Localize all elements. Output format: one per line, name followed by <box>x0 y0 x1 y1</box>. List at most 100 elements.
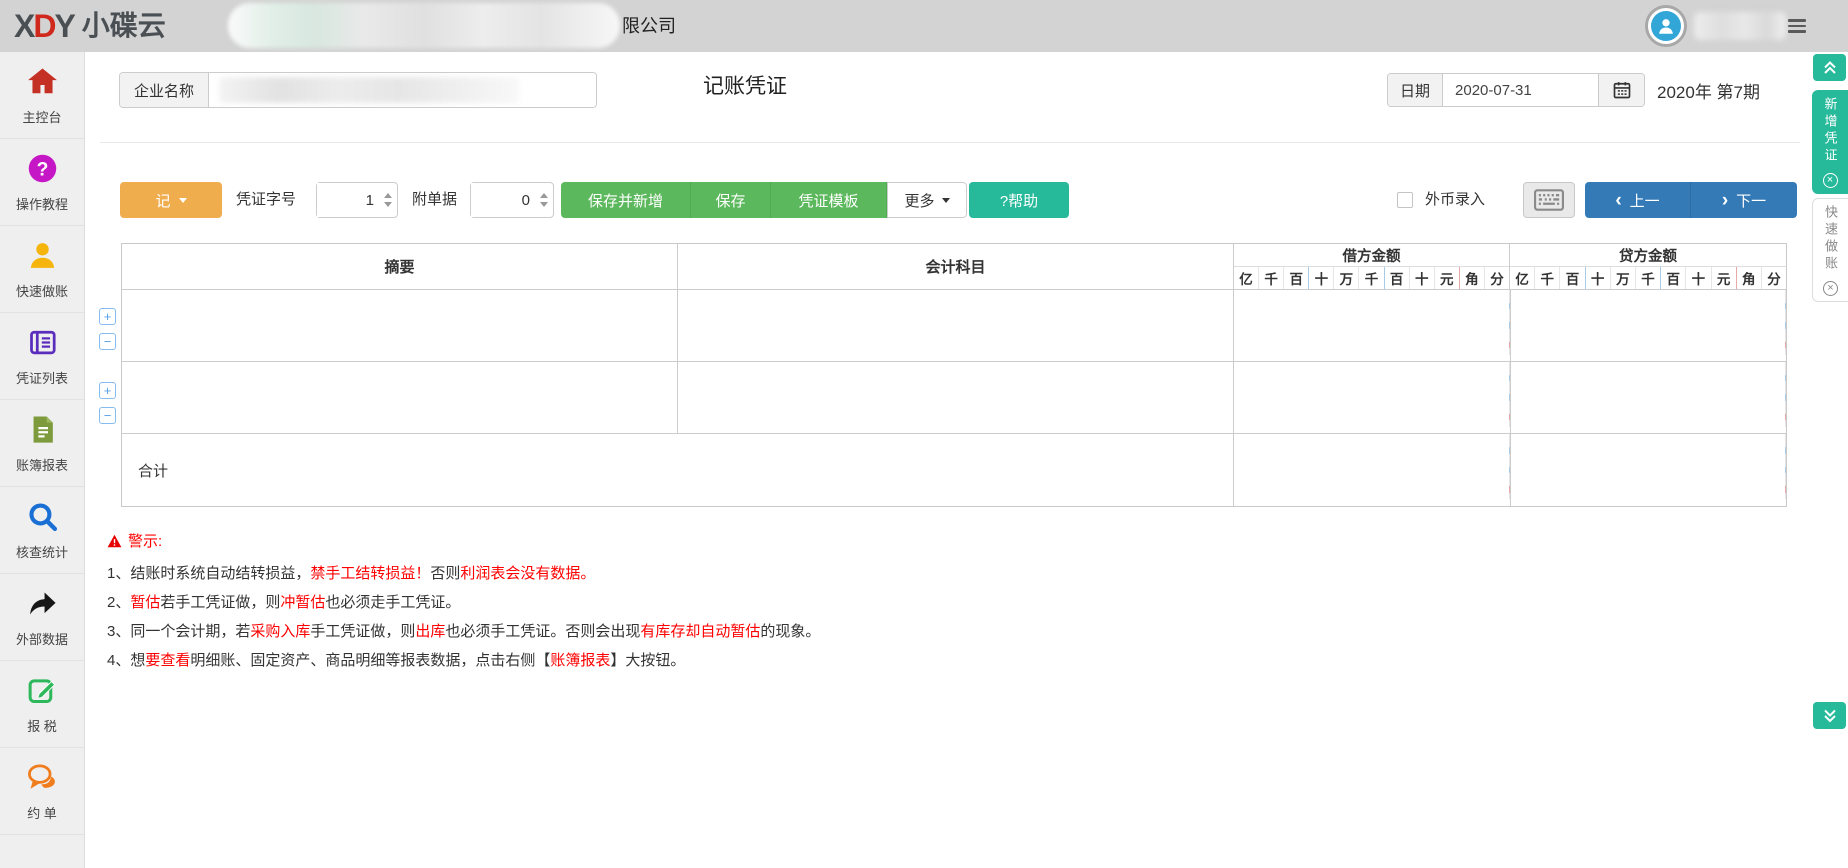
sidebar-item-label: 报 税 <box>27 716 57 735</box>
amount-digit-cell[interactable] <box>1511 499 1787 506</box>
date-picker-group: 日期 <box>1387 73 1645 107</box>
remove-row-button[interactable]: − <box>99 407 116 424</box>
user-avatar[interactable] <box>1645 5 1687 47</box>
double-chevron-up-icon <box>1822 59 1838 76</box>
tab-new-voucher[interactable]: 新增凭证 × <box>1812 90 1848 194</box>
foreign-currency-checkbox[interactable] <box>1397 192 1413 208</box>
summary-cell[interactable] <box>122 362 678 433</box>
sidebar-item-external-data[interactable]: 外部数据 <box>0 574 84 661</box>
credit-amount-cell[interactable] <box>1511 362 1787 433</box>
keyboard-icon[interactable] <box>1523 182 1575 218</box>
attachment-count-input[interactable] <box>471 183 535 217</box>
redacted-company-value <box>219 77 519 103</box>
amount-digit-cell[interactable] <box>1234 499 1510 506</box>
logo-letter: D <box>33 8 54 45</box>
chevron-right-icon: › <box>1722 191 1728 210</box>
amount-digit-cell[interactable] <box>1234 355 1510 361</box>
account-cell[interactable] <box>678 362 1234 433</box>
sidebar-item-voucher-list[interactable]: 凭证列表 <box>0 313 84 400</box>
digit-unit-label: 百 <box>1385 267 1410 289</box>
amount-digit-cell[interactable] <box>1511 355 1787 361</box>
app-logo[interactable]: XDY 小碟云 <box>14 7 166 45</box>
digit-unit-label: 十 <box>1686 267 1711 289</box>
table-row <box>122 362 1786 434</box>
stepper-arrows-icon[interactable] <box>535 183 553 217</box>
warning-text-segment: 3、同一个会计期，若 <box>107 623 250 640</box>
digit-unit-label: 百 <box>1284 267 1309 289</box>
edit-square-icon <box>26 674 59 707</box>
row-controls: + − <box>99 382 117 432</box>
close-icon[interactable]: × <box>1823 173 1838 188</box>
chevron-left-icon: ‹ <box>1615 191 1621 210</box>
page-title: 记账凭证 <box>605 70 885 100</box>
save-button[interactable]: 保存 <box>691 182 771 218</box>
next-label: 下一 <box>1736 190 1766 211</box>
stepper-arrows-icon[interactable] <box>379 183 397 217</box>
collapse-down-button[interactable] <box>1813 702 1846 729</box>
sidebar-item-label: 操作教程 <box>16 194 68 213</box>
sidebar-item-tutorial[interactable]: ? 操作教程 <box>0 139 84 226</box>
report-file-icon <box>26 413 59 446</box>
digit-unit-label: 亿 <box>1510 267 1535 289</box>
redacted-user-name <box>1694 12 1786 40</box>
amount-digit-cell[interactable] <box>1234 427 1510 433</box>
voucher-number-stepper[interactable] <box>316 182 398 218</box>
next-voucher-button[interactable]: › 下一 <box>1691 182 1797 218</box>
table-row <box>122 290 1786 362</box>
warning-text-segment: 否则 <box>430 565 460 582</box>
save-button-group: 保存并新增 保存 凭证模板 更多 <box>561 182 967 218</box>
voucher-type-button[interactable]: 记 <box>120 182 222 218</box>
calendar-icon[interactable] <box>1598 74 1644 106</box>
share-arrow-icon <box>26 587 59 620</box>
account-column-header: 会计科目 <box>678 244 1234 289</box>
warning-title-row: 警示: <box>107 530 820 551</box>
close-icon[interactable]: × <box>1823 281 1838 296</box>
attachment-count-stepper[interactable] <box>470 182 554 218</box>
sidebar-item-label: 核查统计 <box>16 542 68 561</box>
add-row-button[interactable]: + <box>99 382 116 399</box>
warning-text-segment: 的现象。 <box>760 623 820 640</box>
sidebar-item-label: 快速做账 <box>16 281 68 300</box>
sidebar-item-dashboard[interactable]: 主控台 <box>0 52 84 139</box>
voucher-nav-group: ‹ 上一 › 下一 <box>1585 182 1797 218</box>
debit-amount-cell[interactable] <box>1234 290 1511 361</box>
voucher-template-button[interactable]: 凭证模板 <box>771 182 887 218</box>
digit-unit-label: 分 <box>1485 267 1509 289</box>
previous-voucher-button[interactable]: ‹ 上一 <box>1585 182 1691 218</box>
sidebar-item-orders[interactable]: 约 单 <box>0 748 84 835</box>
digit-unit-label: 十 <box>1309 267 1334 289</box>
menu-icon[interactable] <box>1788 19 1806 36</box>
debit-amount-cell[interactable] <box>1234 362 1511 433</box>
credit-amount-cell[interactable] <box>1511 290 1787 361</box>
date-input[interactable] <box>1443 74 1598 106</box>
warning-text-segment: 冲暂估 <box>280 594 325 611</box>
warning-text-segment: 也必须手工凭证。否则会出现 <box>445 623 640 640</box>
voucher-type-label: 记 <box>155 190 170 211</box>
digit-unit-label: 亿 <box>1234 267 1259 289</box>
digit-unit-label: 元 <box>1712 267 1737 289</box>
add-row-button[interactable]: + <box>99 308 116 325</box>
save-and-new-button[interactable]: 保存并新增 <box>561 182 691 218</box>
date-label: 日期 <box>1388 74 1443 106</box>
sidebar-item-audit-statistics[interactable]: 核查统计 <box>0 487 84 574</box>
digit-unit-label: 万 <box>1611 267 1636 289</box>
amount-digit-cell[interactable] <box>1511 427 1787 433</box>
sidebar-item-tax-filing[interactable]: 报 税 <box>0 661 84 748</box>
sidebar-item-label: 凭证列表 <box>16 368 68 387</box>
tab-quick-accounting[interactable]: 快速做账 × <box>1812 198 1848 302</box>
account-cell[interactable] <box>678 290 1234 361</box>
top-bar: XDY 小碟云 限公司 <box>0 0 1848 52</box>
credit-digit-units: 亿千百十万千百十元角分 <box>1510 267 1786 289</box>
company-name-input[interactable] <box>209 73 596 107</box>
tab-label: 新增凭证 <box>1824 97 1837 165</box>
voucher-list-icon <box>26 326 59 359</box>
help-button[interactable]: ?帮助 <box>969 182 1069 218</box>
remove-row-button[interactable]: − <box>99 333 116 350</box>
collapse-up-button[interactable] <box>1813 54 1846 81</box>
digit-unit-label: 百 <box>1560 267 1585 289</box>
sidebar-item-reports[interactable]: 账簿报表 <box>0 400 84 487</box>
more-button[interactable]: 更多 <box>887 182 967 218</box>
voucher-number-input[interactable] <box>317 183 379 217</box>
summary-cell[interactable] <box>122 290 678 361</box>
sidebar-item-quick-accounting[interactable]: 快速做账 <box>0 226 84 313</box>
